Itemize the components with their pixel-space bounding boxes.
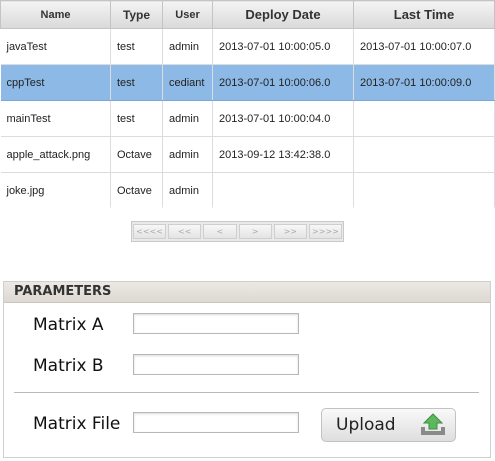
- cell-last-time: [353, 172, 495, 208]
- column-header-type[interactable]: Type: [110, 0, 163, 29]
- matrix-b-input[interactable]: [133, 354, 299, 375]
- table-row[interactable]: apple_attack.png Octave admin 2013-09-12…: [0, 136, 495, 173]
- table-scroll-fade: [0, 205, 495, 211]
- first-page-button[interactable]: <<<<: [133, 224, 167, 239]
- table-row[interactable]: mainTest test admin 2013-07-01 10:00:04.…: [0, 100, 495, 137]
- column-header-last-time[interactable]: Last Time: [353, 0, 495, 29]
- previous-page-button[interactable]: <: [203, 224, 237, 239]
- cell-user: admin: [162, 172, 213, 208]
- matrix-file-input[interactable]: [133, 412, 299, 433]
- cell-type: Octave: [110, 136, 163, 173]
- cell-last-time: 2013-07-01 10:00:07.0: [353, 28, 495, 65]
- upload-button-label: Upload: [336, 415, 396, 435]
- matrix-file-label: Matrix File: [33, 414, 121, 434]
- cell-type: Octave: [110, 172, 163, 208]
- cell-name: apple_attack.png: [0, 136, 111, 173]
- matrix-b-label: Matrix B: [33, 356, 104, 376]
- cell-name: javaTest: [0, 28, 111, 65]
- cell-user: cediant: [162, 64, 213, 101]
- cell-type: test: [110, 28, 163, 65]
- table-row-selected[interactable]: cppTest test cediant 2013-07-01 10:00:06…: [0, 64, 495, 101]
- cell-type: test: [110, 100, 163, 137]
- cell-name: cppTest: [0, 64, 111, 101]
- pagination-bar: <<<< << < > >> >>>>: [131, 221, 344, 242]
- cell-deploy-date: 2013-07-01 10:00:05.0: [212, 28, 354, 65]
- cell-type: test: [110, 64, 163, 101]
- cell-deploy-date: 2013-07-01 10:00:06.0: [212, 64, 354, 101]
- cell-user: admin: [162, 100, 213, 137]
- cell-user: admin: [162, 28, 213, 65]
- cell-name: joke.jpg: [0, 172, 111, 208]
- deployments-table: Name Type User Deploy Date Last Time jav…: [0, 0, 495, 208]
- fast-next-button[interactable]: >>: [273, 224, 307, 239]
- matrix-a-label: Matrix A: [33, 315, 104, 335]
- cell-name: mainTest: [0, 100, 111, 137]
- cell-user: admin: [162, 136, 213, 173]
- column-header-user[interactable]: User: [162, 0, 213, 29]
- matrix-a-input[interactable]: [133, 313, 299, 334]
- fast-previous-button[interactable]: <<: [168, 224, 202, 239]
- cell-deploy-date: [212, 172, 354, 208]
- last-page-button[interactable]: >>>>: [308, 224, 343, 239]
- cell-last-time: [353, 100, 495, 137]
- cell-last-time: [353, 136, 495, 173]
- table-header-row: Name Type User Deploy Date Last Time: [0, 0, 495, 29]
- column-header-deploy-date[interactable]: Deploy Date: [212, 0, 354, 29]
- panel-divider: [14, 392, 479, 393]
- parameters-panel: PARAMETERS Matrix A Matrix B Matrix File…: [3, 281, 491, 458]
- cell-last-time: 2013-07-01 10:00:09.0: [353, 64, 495, 101]
- table-row[interactable]: joke.jpg Octave admin: [0, 172, 495, 208]
- upload-arrow-icon: [419, 412, 447, 442]
- next-page-button[interactable]: >: [238, 224, 272, 239]
- upload-button[interactable]: Upload: [321, 408, 456, 442]
- cell-deploy-date: 2013-09-12 13:42:38.0: [212, 136, 354, 173]
- column-header-name[interactable]: Name: [0, 0, 111, 29]
- cell-deploy-date: 2013-07-01 10:00:04.0: [212, 100, 354, 137]
- table-row[interactable]: javaTest test admin 2013-07-01 10:00:05.…: [0, 28, 495, 65]
- parameters-title: PARAMETERS: [4, 282, 490, 303]
